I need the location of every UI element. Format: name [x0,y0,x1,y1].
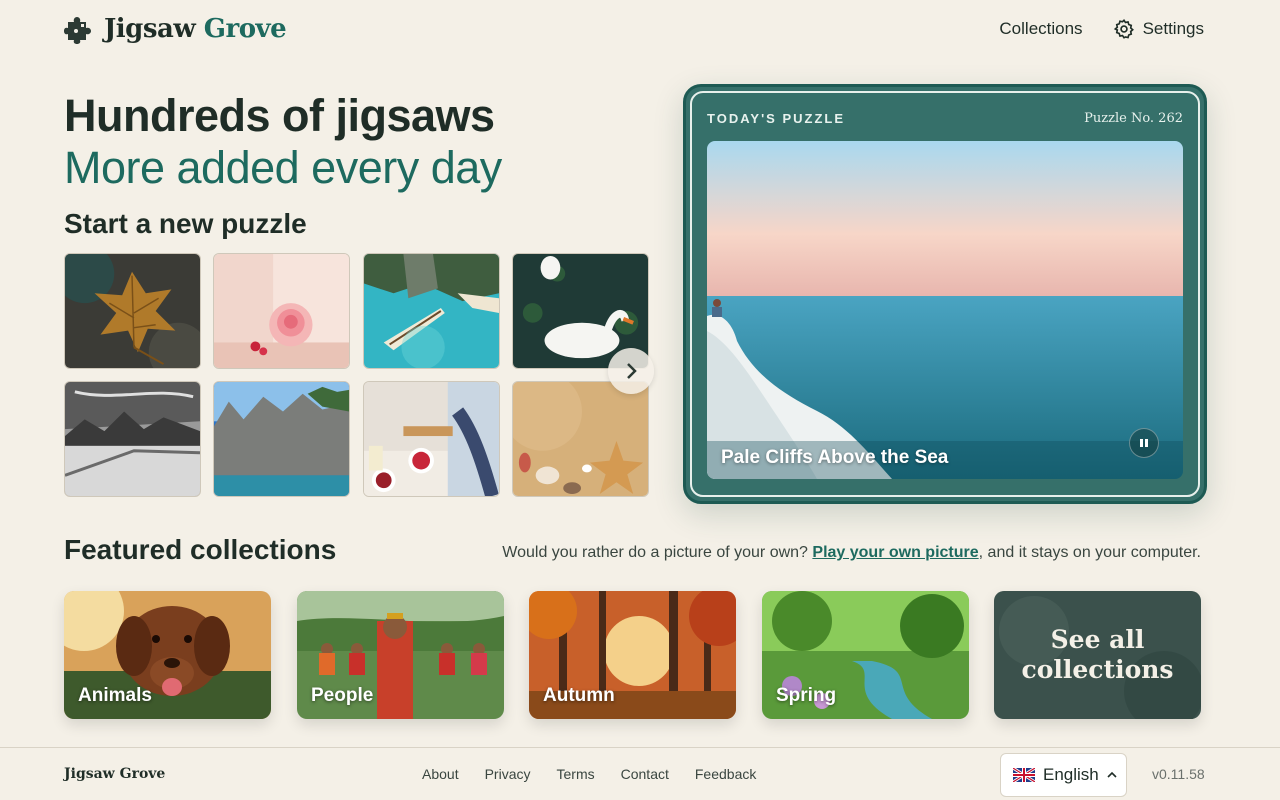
play-own-picture-link[interactable]: Play your own picture [812,544,978,561]
hero-title: Hundreds of jigsaws [64,90,495,141]
thumbnail-next-button[interactable] [608,348,654,394]
todays-puzzle-image[interactable] [707,141,1183,479]
footer-link-about[interactable]: About [422,766,459,782]
pause-button[interactable] [1129,428,1159,458]
footer-link-privacy[interactable]: Privacy [485,766,531,782]
collection-card-people[interactable]: People [297,591,504,719]
logo[interactable]: Jigsaw Grove [64,14,287,44]
footer-links: About Privacy Terms Contact Feedback [422,766,756,782]
puzzle-thumbnail-kitchen-cooking[interactable] [363,381,500,497]
todays-puzzle-title: Pale Cliffs Above the Sea [721,447,949,468]
header: Jigsaw Grove Collections Settings [64,14,1204,50]
language-selector[interactable]: English [1000,753,1127,797]
puzzle-thumbnail-canoe-lagoon[interactable] [363,253,500,369]
settings-link[interactable]: Settings [1113,18,1204,40]
brand-main: Jigsaw [104,14,196,44]
puzzle-thumbnail-seashells-sand[interactable] [512,381,649,497]
collection-label-spring: Spring [776,685,837,706]
collection-card-animals[interactable]: Animals [64,591,271,719]
hero-subtitle: More added every day [64,142,502,193]
footer-brand: Jigsaw Grove [64,766,166,782]
puzzle-thumbnail-rocky-island[interactable] [213,381,350,497]
puzzle-thumbnail-autumn-leaf[interactable] [64,253,201,369]
puzzle-thumbnail-mountain-bw[interactable] [64,381,201,497]
footer-link-contact[interactable]: Contact [621,766,669,782]
see-all-collections-card[interactable]: See all collections [994,591,1201,719]
own-picture-suffix: , and it stays on your computer. [978,544,1201,561]
footer: Jigsaw Grove About Privacy Terms Contact… [0,747,1280,800]
puzzle-thumbnail-pink-rose[interactable] [213,253,350,369]
gear-icon [1113,18,1134,39]
collection-label-animals: Animals [78,685,152,706]
language-label: English [1043,765,1099,784]
pause-icon [1140,439,1148,447]
see-all-collections-label: See all collections [1021,625,1174,684]
brand-name: Jigsaw Grove [104,14,287,44]
collections-label: Collections [999,19,1083,38]
chevron-right-icon [627,363,637,379]
footer-link-terms[interactable]: Terms [557,766,595,782]
puzzle-piece-icon [64,17,91,44]
main-nav: Collections Settings [999,18,1204,40]
puzzle-thumbnail-grid [64,253,650,498]
collections-link[interactable]: Collections [999,19,1082,39]
puzzle-number: Puzzle No. 262 [1084,111,1183,126]
featured-collections-heading: Featured collections [64,534,337,565]
collection-card-autumn[interactable]: Autumn [529,591,736,719]
settings-label: Settings [1142,19,1204,38]
collection-label-people: People [311,685,374,706]
collection-label-autumn: Autumn [543,685,615,706]
own-picture-prompt: Would you rather do a picture of your ow… [502,544,1201,562]
chevron-up-icon [1107,771,1117,778]
collection-card-spring[interactable]: Spring [762,591,969,719]
own-picture-prefix: Would you rather do a picture of your ow… [502,544,808,561]
todays-puzzle-card: TODAY'S PUZZLE Puzzle No. 262 Pale Cliff… [683,84,1207,504]
start-puzzle-heading: Start a new puzzle [64,208,307,239]
todays-puzzle-label: TODAY'S PUZZLE [707,111,845,126]
app-version: v0.11.58 [1152,766,1205,782]
brand-accent: Grove [203,14,287,44]
uk-flag-icon [1013,768,1035,782]
footer-link-feedback[interactable]: Feedback [695,766,756,782]
